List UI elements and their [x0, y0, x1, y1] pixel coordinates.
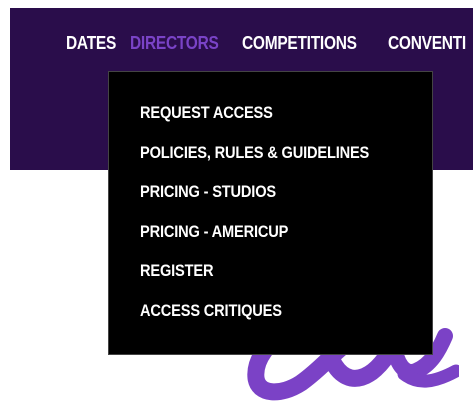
nav-item-directors[interactable]: DIRECTORS	[130, 34, 219, 52]
nav-item-competitions[interactable]: COMPETITIONS	[242, 34, 361, 52]
nav-item-dates[interactable]: DATES	[66, 34, 116, 52]
nav-menu: DATES DIRECTORS COMPETITIONS CONVENTI	[66, 34, 473, 52]
dropdown-list: REQUEST ACCESS POLICIES, RULES & GUIDELI…	[140, 104, 406, 341]
nav-item-conventions[interactable]: CONVENTI	[388, 34, 473, 52]
menu-item-access-critiques[interactable]: ACCESS CRITIQUES	[140, 302, 369, 342]
menu-item-pricing-studios[interactable]: PRICING - STUDIOS	[140, 183, 369, 223]
directors-dropdown-menu: REQUEST ACCESS POLICIES, RULES & GUIDELI…	[108, 71, 433, 355]
menu-item-pricing-americup[interactable]: PRICING - AMERICUP	[140, 223, 369, 263]
menu-item-request-access[interactable]: REQUEST ACCESS	[140, 104, 369, 144]
menu-item-policies-rules-guidelines[interactable]: POLICIES, RULES & GUIDELINES	[140, 144, 369, 184]
menu-item-register[interactable]: REGISTER	[140, 262, 369, 302]
